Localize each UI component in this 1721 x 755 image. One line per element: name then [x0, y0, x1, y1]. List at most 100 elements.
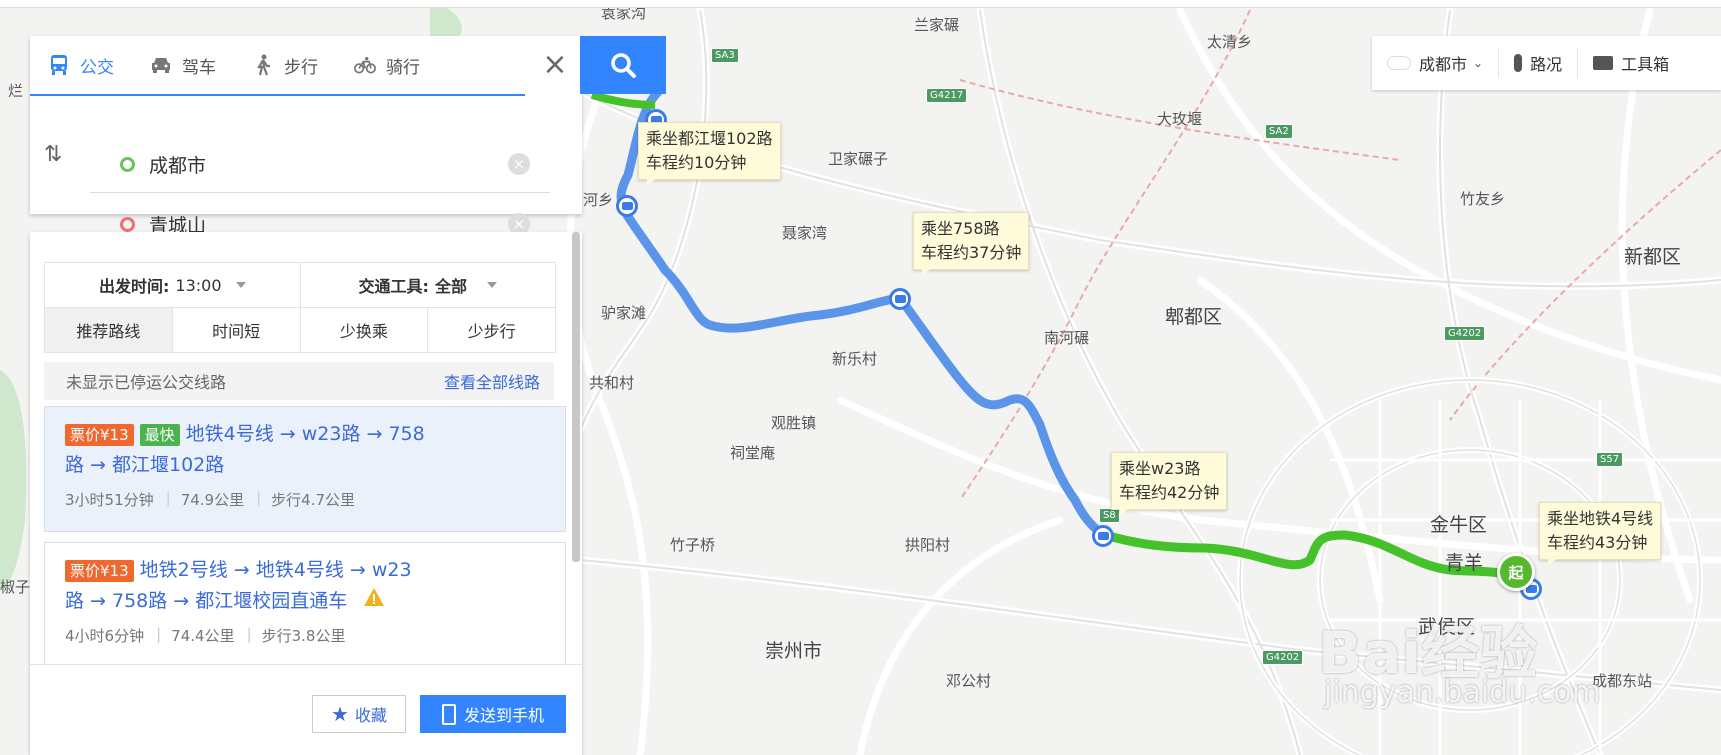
divider: | [156, 625, 162, 643]
price-badge: 票价¥13 [65, 424, 134, 446]
search-icon [611, 53, 636, 78]
place-label: 太清乡 [1207, 33, 1253, 51]
destination-dot-icon [120, 216, 135, 232]
toolbox-button[interactable]: 工具箱 [1578, 48, 1684, 78]
tip-line: 乘坐w23路 [1119, 459, 1201, 478]
road-shield: G4202 [1262, 650, 1304, 665]
place-label: 大玫堰 [1157, 110, 1203, 128]
route-tip: 乘坐w23路 车程约42分钟 [1111, 452, 1228, 517]
vehicle-dropdown[interactable]: 交通工具: 全部 [301, 263, 556, 307]
route-walk: 步行3.8公里 [261, 627, 346, 645]
route-lines-cont: 路 → 都江堰102路 [65, 454, 225, 476]
chevron-down-icon [235, 282, 246, 288]
tip-line: 乘坐都江堰102路 [646, 129, 773, 148]
tab-walk[interactable]: 步行 [234, 36, 336, 94]
star-icon: ★ [331, 702, 349, 726]
tip-line: 乘坐758路 [921, 219, 1000, 238]
favorite-label: 收藏 [354, 706, 387, 725]
chevron-down-icon: ⌄ [1473, 56, 1484, 70]
place-label: 竹子桥 [670, 536, 716, 554]
place-label: 椒子 [0, 578, 31, 596]
route-results-panel: 出发时间: 13:00 交通工具: 全部 推荐路线 时间短 少换乘 少步行 未显… [30, 232, 582, 755]
view-all-lines-link[interactable]: 查看全部线路 [444, 369, 540, 393]
city-selector[interactable]: 成都市 ⌄ [1372, 48, 1500, 78]
bus-stop-marker[interactable] [1092, 525, 1114, 547]
sort-fastest[interactable]: 时间短 [173, 308, 301, 352]
origin-text: 成都市 [149, 154, 207, 177]
search-button[interactable] [580, 36, 666, 94]
road-shield: G4217 [926, 88, 968, 103]
route-distance: 74.9公里 [180, 491, 245, 509]
divider: | [165, 489, 171, 507]
place-label: 成都东站 [1592, 672, 1653, 690]
origin-field[interactable]: 成都市 × [90, 136, 550, 192]
bus-icon [1097, 532, 1109, 540]
place-label: 青羊 [1445, 552, 1484, 574]
close-icon[interactable]: × [538, 48, 572, 82]
place-label: 观胜镇 [771, 414, 817, 432]
sort-less-walking[interactable]: 少步行 [428, 308, 555, 352]
sort-fewer-transfers[interactable]: 少换乘 [301, 308, 429, 352]
tip-line: 车程约42分钟 [1119, 483, 1220, 502]
swap-direction-icon[interactable]: ⇅ [44, 142, 62, 167]
start-marker[interactable]: 起 [1497, 553, 1535, 591]
price-badge: 票价¥13 [65, 560, 134, 582]
toolbox-label: 工具箱 [1621, 55, 1670, 74]
clear-origin-icon[interactable]: × [508, 153, 530, 175]
bus-stop-marker[interactable] [616, 195, 638, 217]
cloud-icon [1387, 56, 1411, 70]
place-label: 烂 [8, 82, 24, 100]
panel-footer: ★ 收藏 发送到手机 [30, 664, 582, 755]
route-duration: 4小时6分钟 [65, 627, 145, 645]
traffic-label: 路况 [1530, 55, 1563, 74]
favorite-button[interactable]: ★ 收藏 [312, 695, 406, 733]
tab-bike[interactable]: 骑行 [336, 36, 438, 94]
send-label: 发送到手机 [463, 706, 544, 725]
scrollbar[interactable] [572, 232, 580, 562]
place-label: 郫都区 [1165, 306, 1223, 328]
tip-line: 乘坐地铁4号线 [1547, 509, 1654, 528]
traffic-light-icon [1514, 54, 1523, 72]
fastest-badge: 最快 [139, 424, 180, 446]
place-label: 竹友乡 [1460, 190, 1506, 208]
divider [90, 192, 550, 193]
vehicle-value: 全部 [434, 277, 467, 296]
route-option-1[interactable]: 票价¥13 最快 地铁4号线 → w23路 → 758 路 → 都江堰102路 3小… [44, 406, 566, 532]
road-shield: G4202 [1444, 326, 1486, 341]
divider: | [246, 625, 252, 643]
city-label: 成都市 [1419, 55, 1468, 74]
place-label: 邓公村 [946, 672, 992, 690]
road-shield: S8 [1099, 508, 1120, 523]
map-toolbar: 成都市 ⌄ 路况 工具箱 [1372, 36, 1721, 90]
place-label: 南河碾 [1044, 329, 1090, 347]
watermark-url: jingyan.baidu.com [1324, 675, 1601, 710]
route-lines-cont: 路 → 758路 → 都江堰校园直通车 [65, 590, 348, 612]
top-border [0, 0, 1721, 8]
bus-stop-marker[interactable] [889, 288, 911, 310]
phone-icon [441, 703, 456, 725]
place-label: 新都区 [1624, 246, 1682, 268]
place-label: 共和村 [589, 374, 635, 392]
origin-dot-icon [120, 156, 135, 172]
stopped-lines-notice: 未显示已停运公交线路 查看全部线路 [44, 362, 554, 400]
bus-icon [621, 202, 633, 210]
road-shield: SA3 [711, 48, 739, 63]
tab-bike-label: 骑行 [386, 57, 420, 78]
sort-recommended[interactable]: 推荐路线 [45, 308, 173, 352]
bus-icon [894, 295, 906, 303]
route-lines: 地铁2号线 → 地铁4号线 → w23 [139, 559, 412, 581]
road-shield: S57 [1596, 452, 1624, 467]
traffic-button[interactable]: 路况 [1499, 48, 1579, 78]
tab-bus[interactable]: 公交 [30, 36, 132, 94]
place-label: 驴家滩 [601, 304, 647, 322]
travel-mode-tabs: 公交 驾车 步行 骑行 [30, 36, 525, 96]
depart-time-dropdown[interactable]: 出发时间: 13:00 [45, 263, 301, 307]
send-to-phone-button[interactable]: 发送到手机 [420, 695, 566, 733]
route-walk: 步行4.7公里 [271, 491, 356, 509]
tab-bus-label: 公交 [80, 57, 114, 78]
notice-text: 未显示已停运公交线路 [66, 373, 227, 392]
tab-car[interactable]: 驾车 [132, 36, 234, 94]
tab-walk-label: 步行 [284, 57, 318, 78]
place-label: 卫家碾子 [828, 150, 889, 168]
route-option-2[interactable]: 票价¥13 地铁2号线 → 地铁4号线 → w23 路 → 758路 → 都江堰校… [44, 542, 566, 668]
